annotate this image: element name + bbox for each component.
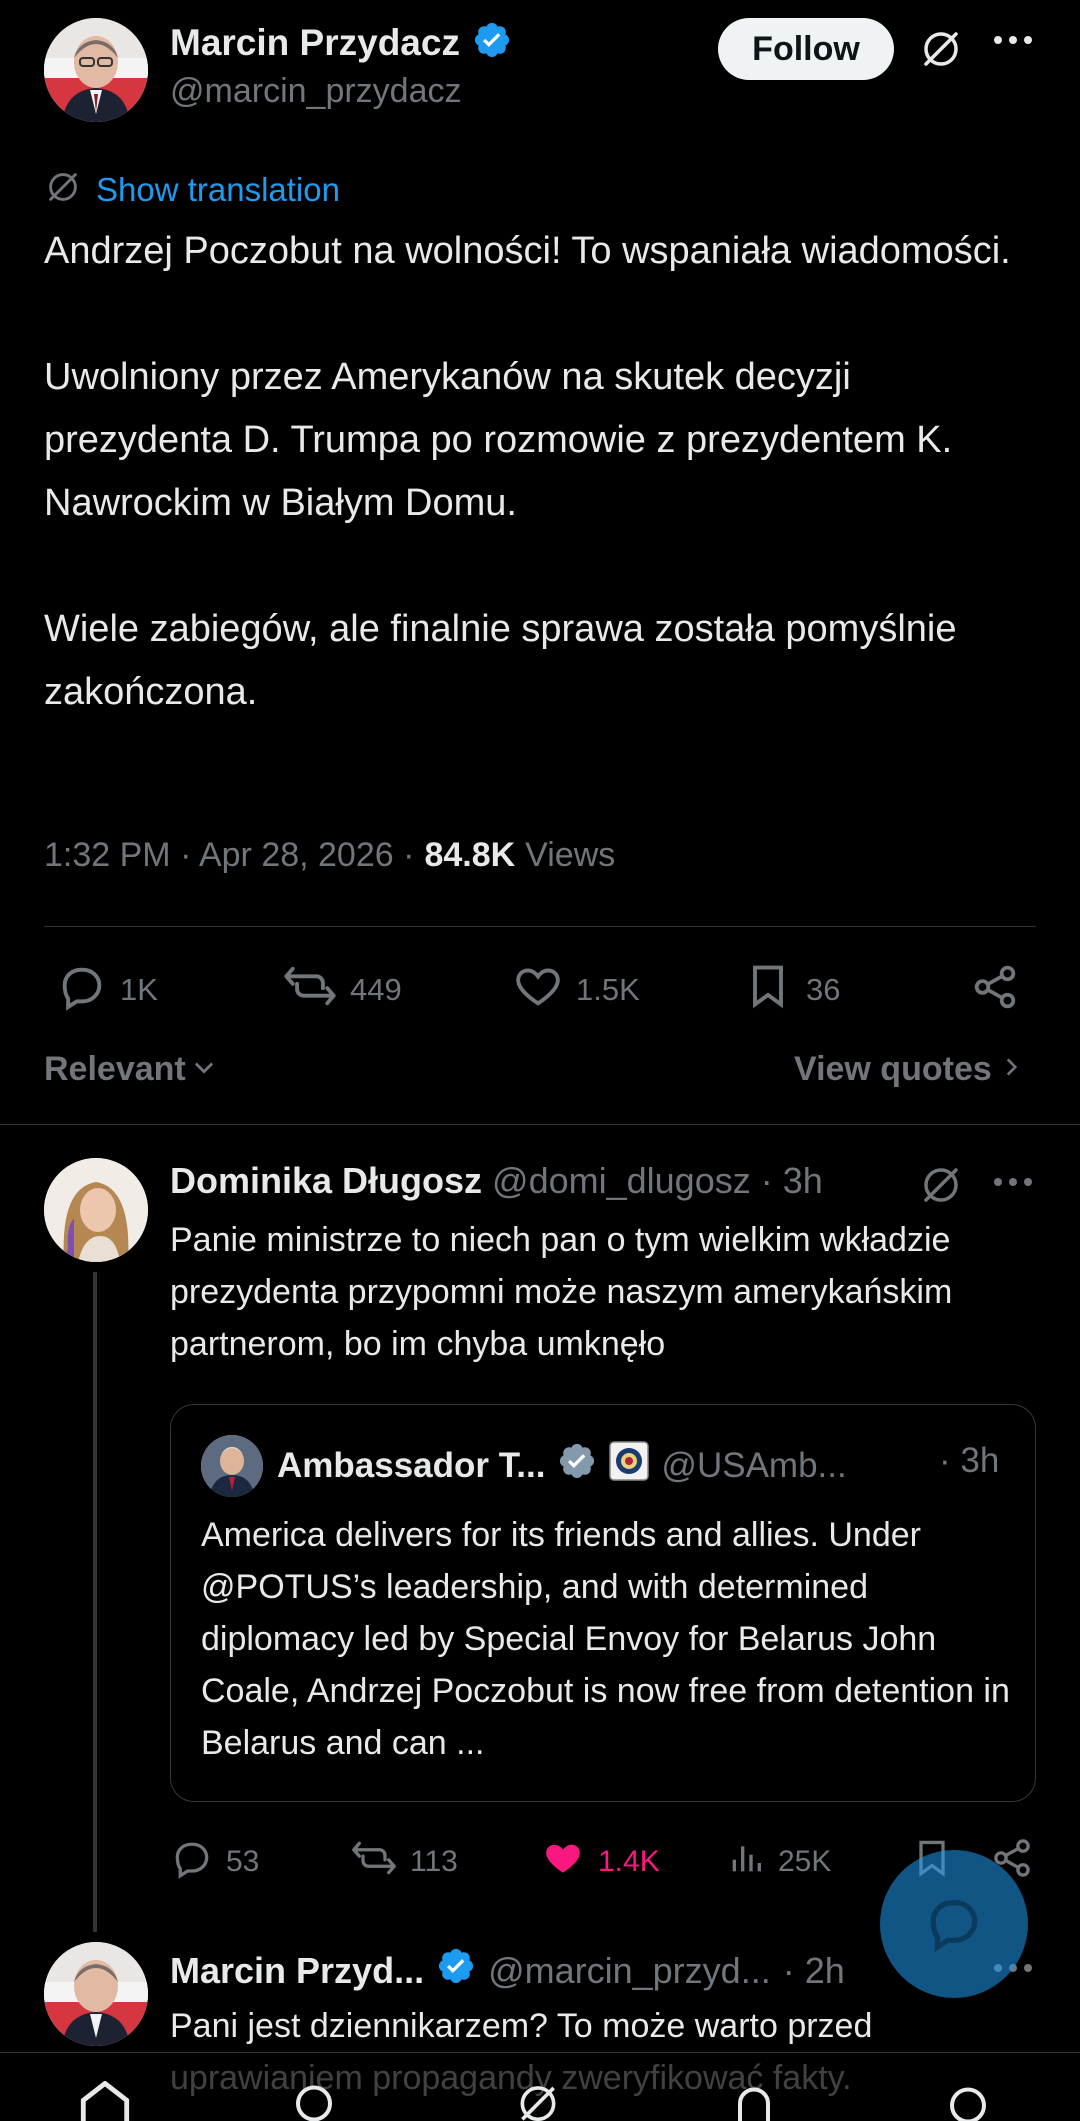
divider [0, 1124, 1080, 1125]
bookmark-icon [742, 960, 794, 1020]
author-name[interactable]: Marcin Przydacz [170, 22, 460, 64]
reply-avatar[interactable] [44, 1158, 148, 1262]
bottom-nav-bar [0, 2052, 1080, 2121]
reply-author-handle[interactable]: @domi_dlugosz [492, 1160, 751, 1202]
compose-reply-fab[interactable] [880, 1850, 1028, 1998]
divider [44, 926, 1036, 927]
share-icon [970, 962, 1020, 1020]
show-translation-link[interactable]: Show translation [96, 171, 340, 209]
views-count: 25K [778, 1845, 832, 1878]
more-icon[interactable] [992, 34, 1034, 46]
views-count: 84.8K [424, 836, 516, 874]
tweet-paragraph: Andrzej Poczobut na wolności! To wspania… [44, 230, 1011, 272]
views-icon [726, 1836, 766, 1888]
more-icon[interactable] [992, 1176, 1034, 1188]
share-button[interactable] [970, 962, 1020, 1020]
grok-tab-icon[interactable] [514, 2079, 562, 2121]
sort-label: Relevant [44, 1050, 186, 1088]
like-count: 1.5K [576, 972, 640, 1007]
repost-icon [350, 1836, 398, 1888]
affiliation-seal-icon [609, 1441, 650, 1490]
author-avatar[interactable] [44, 18, 148, 122]
sort-dropdown[interactable]: Relevant [44, 1050, 218, 1089]
reply-body: Panie ministrze to niech pan o tym wielk… [170, 1221, 953, 1363]
notifications-icon[interactable] [730, 2081, 778, 2121]
reply-icon [56, 960, 108, 1020]
follow-button[interactable]: Follow [718, 18, 894, 80]
repost-count: 449 [350, 972, 402, 1007]
reply-avatar[interactable] [44, 1942, 148, 2046]
verified-badge-icon [436, 1946, 476, 1995]
tweet-body: Andrzej Poczobut na wolności! To wspania… [44, 220, 1034, 724]
thread-line [93, 1272, 97, 1932]
quoted-time: · 3h [939, 1441, 1000, 1480]
reply-author-name[interactable]: Dominika Długosz [170, 1160, 482, 1202]
bookmark-count: 36 [806, 972, 841, 1007]
like-button[interactable]: 1.5K [512, 960, 640, 1020]
reply-time[interactable]: · 2h [783, 1950, 845, 1992]
repost-button[interactable]: 113 [350, 1836, 458, 1888]
reply-author-handle[interactable]: @marcin_przyd... [488, 1950, 771, 1992]
quoted-tweet-card[interactable]: Ambassador T... @USAmb... · 3h America d… [170, 1404, 1036, 1802]
grok-icon[interactable] [918, 26, 964, 72]
like-button[interactable]: 1.4K [540, 1836, 660, 1888]
tweet-timestamp[interactable]: 1:32 PM · Apr 28, 2026 · [44, 836, 414, 875]
repost-button[interactable]: 449 [282, 960, 402, 1020]
verified-badge-icon [472, 20, 512, 65]
compose-reply-fab-icon [923, 1891, 985, 1958]
search-icon[interactable] [292, 2081, 340, 2121]
verified-gray-badge-icon [557, 1441, 597, 1490]
repost-icon [282, 960, 338, 1020]
view-quotes-link[interactable]: View quotes [794, 1050, 1024, 1089]
reply-button[interactable]: 1K [56, 960, 158, 1020]
reply-icon [170, 1836, 214, 1888]
reply-author-name[interactable]: Marcin Przyd... [170, 1950, 424, 1992]
reply-time[interactable]: · 3h [761, 1160, 823, 1202]
like-icon [512, 960, 564, 1020]
grok-icon[interactable] [918, 1162, 964, 1208]
bookmark-button[interactable]: 36 [742, 960, 840, 1020]
chevron-right-icon [998, 1052, 1024, 1087]
reply-button[interactable]: 53 [170, 1836, 259, 1888]
like-count: 1.4K [598, 1845, 660, 1878]
views-label: Views [525, 836, 616, 874]
quoted-author-name: Ambassador T... [277, 1445, 546, 1485]
chevron-down-icon [190, 1053, 218, 1086]
like-filled-icon [540, 1836, 586, 1888]
repost-count: 113 [410, 1845, 458, 1878]
view-quotes-label: View quotes [794, 1050, 992, 1088]
reply-count: 1K [120, 972, 158, 1007]
views-button[interactable]: 25K [726, 1836, 831, 1888]
reply-count: 53 [226, 1845, 260, 1878]
quoted-body: America delivers for its friends and all… [201, 1516, 1010, 1762]
tweet-paragraph: Wiele zabiegów, ale finalnie sprawa zost… [44, 608, 957, 713]
messages-icon[interactable] [944, 2081, 992, 2121]
translate-icon [44, 168, 82, 211]
home-icon[interactable] [76, 2080, 134, 2121]
author-handle[interactable]: @marcin_przydacz [170, 72, 462, 111]
tweet-paragraph: Uwolniony przez Amerykanów na skutek dec… [44, 356, 953, 524]
quoted-author-avatar [201, 1435, 263, 1497]
quoted-author-handle: @USAmb... [661, 1445, 847, 1485]
